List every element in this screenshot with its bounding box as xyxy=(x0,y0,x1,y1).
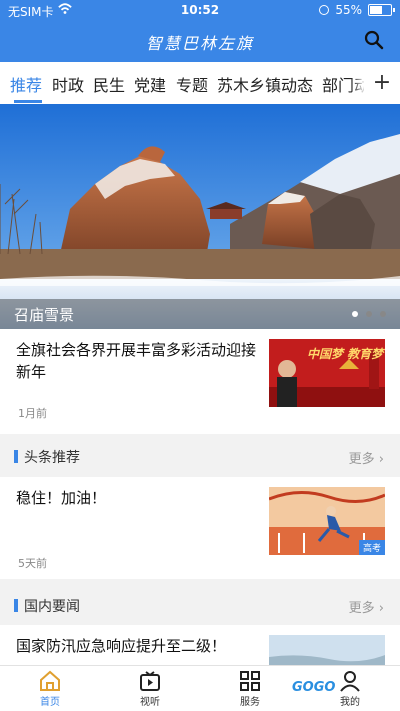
more-link[interactable]: 更多 › xyxy=(349,448,384,467)
category-badge: 高考 xyxy=(358,540,385,555)
orientation-lock-icon xyxy=(319,5,330,15)
banner-caption-bar: 召庙雪景 xyxy=(0,299,400,329)
nav-label: 首页 xyxy=(40,697,60,708)
nav-services[interactable]: 服务 xyxy=(220,670,280,708)
section-title: 头条推荐 xyxy=(24,450,80,466)
category-tabs: 推荐 时政 民生 党建 专题 苏木乡镇动态 部门动态 + xyxy=(0,62,400,104)
bottom-navigation: 首页 视听 服务 我的 GOGO xyxy=(0,665,400,711)
video-icon xyxy=(140,671,160,691)
section-accent xyxy=(14,599,18,612)
add-channel-button[interactable]: + xyxy=(364,62,400,104)
tab-topics[interactable]: 专题 xyxy=(176,72,208,96)
section-header: 国内要闻 更多 › xyxy=(0,587,400,623)
news-card[interactable]: 全旗社会各界开展丰富多彩活动迎接新年 1月前 中国梦 教育梦 xyxy=(0,329,400,434)
news-card[interactable]: 稳住！加油！ 5天前 高考 xyxy=(0,477,400,579)
app-title: 智慧巴林左旗 xyxy=(145,34,254,53)
battery-icon xyxy=(368,4,395,16)
section-accent xyxy=(14,450,18,463)
tab-recommend[interactable]: 推荐 xyxy=(10,72,42,96)
watermark-logo: GOGO xyxy=(292,680,336,695)
user-icon xyxy=(340,671,360,692)
banner-image xyxy=(0,104,400,329)
news-card[interactable]: 国家防汛应急响应提升至二级！ xyxy=(0,625,400,665)
search-icon[interactable] xyxy=(364,30,384,50)
news-title: 国家防汛应急响应提升至二级！ xyxy=(16,637,227,655)
nav-label: 我的 xyxy=(340,697,360,708)
news-thumbnail: 高考 xyxy=(269,487,385,555)
more-link[interactable]: 更多 › xyxy=(349,597,384,616)
thumbnail-text: 中国梦 教育梦 xyxy=(307,347,384,361)
banner-caption: 召庙雪景 xyxy=(14,306,75,324)
home-icon xyxy=(40,670,60,691)
carousel-dot[interactable] xyxy=(366,311,372,317)
carousel-dot[interactable] xyxy=(380,311,386,317)
nav-video[interactable]: 视听 xyxy=(120,670,180,708)
section-header: 头条推荐 更多 › xyxy=(0,438,400,474)
carousel-dots xyxy=(352,311,386,317)
news-time: 5天前 xyxy=(18,557,47,570)
carousel-dot[interactable] xyxy=(352,311,358,317)
nav-label: 视听 xyxy=(140,697,160,708)
tab-party[interactable]: 党建 xyxy=(134,72,166,96)
grid-icon xyxy=(240,671,260,691)
nav-label: 服务 xyxy=(240,697,260,708)
section-title: 国内要闻 xyxy=(24,599,80,615)
chevron-right-icon: › xyxy=(378,452,384,467)
news-title: 稳住！加油！ xyxy=(16,489,107,507)
tab-township-news[interactable]: 苏木乡镇动态 xyxy=(217,72,313,96)
news-title: 全旗社会各界开展丰富多彩活动迎接新年 xyxy=(16,341,257,381)
tab-livelihood[interactable]: 民生 xyxy=(93,72,125,96)
chevron-right-icon: › xyxy=(378,601,384,616)
active-tab-indicator xyxy=(14,100,42,103)
tab-politics[interactable]: 时政 xyxy=(52,72,84,96)
news-thumbnail: 中国梦 教育梦 xyxy=(269,339,385,407)
banner-carousel[interactable]: 召庙雪景 xyxy=(0,104,400,329)
news-thumbnail xyxy=(269,635,385,665)
battery-percent: 55% xyxy=(335,3,362,17)
news-time: 1月前 xyxy=(18,407,47,420)
status-bar: 无SIM卡 10:52 55% xyxy=(0,0,400,22)
nav-home[interactable]: 首页 xyxy=(20,670,80,708)
